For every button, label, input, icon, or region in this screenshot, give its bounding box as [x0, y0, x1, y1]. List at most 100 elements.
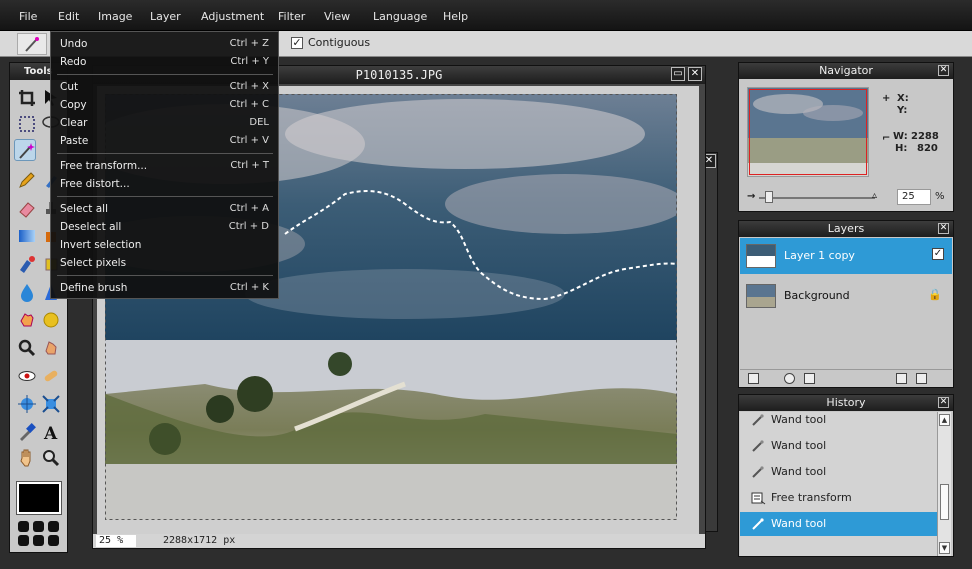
zoom-in-icon[interactable]: ▵: [872, 190, 877, 201]
history-item-label: Free transform: [771, 491, 852, 504]
contiguous-option[interactable]: ✓ Contiguous: [291, 36, 370, 49]
gradient-tool[interactable]: [16, 225, 38, 247]
burn-hand-icon: [45, 341, 57, 355]
contiguous-checkbox[interactable]: ✓: [291, 36, 303, 49]
layer-options-icon[interactable]: [748, 373, 759, 384]
zoom-slider-track[interactable]: [759, 197, 875, 199]
history-panel: History ✕ Wand tool Wand tool Wand tool F…: [738, 394, 954, 557]
navigator-zoom-unit: %: [935, 191, 945, 202]
crop-tool[interactable]: [16, 87, 38, 109]
menu-edit[interactable]: Edit: [58, 10, 79, 23]
layer-row[interactable]: Background 🔒: [740, 278, 952, 314]
foreground-color-swatch[interactable]: [17, 482, 61, 514]
pinch-tool[interactable]: [40, 393, 62, 415]
menu-layer[interactable]: Layer: [150, 10, 181, 23]
history-item-selected[interactable]: Wand tool: [740, 512, 938, 536]
swatch-dot[interactable]: [33, 521, 44, 532]
navigator-zoom-field[interactable]: 25: [897, 189, 931, 205]
history-list: Wand tool Wand tool Wand tool Free trans…: [740, 412, 938, 556]
menu-view[interactable]: View: [324, 10, 350, 23]
bandage-tool[interactable]: [40, 365, 62, 387]
close-icon[interactable]: ✕: [688, 67, 702, 81]
navigator-panel: Navigator ✕ + X: Y: ⌐ W: 2288 H: 820 → ▵ …: [738, 62, 954, 212]
swatch-dot[interactable]: [33, 535, 44, 546]
menu-item-copy[interactable]: Copy: [60, 99, 87, 111]
history-item[interactable]: Free transform: [740, 486, 938, 510]
menu-language[interactable]: Language: [373, 10, 427, 23]
history-item[interactable]: Wand tool: [740, 460, 938, 484]
pencil-tool[interactable]: [16, 169, 38, 191]
size-icon: ⌐: [882, 133, 891, 144]
sponge-tool[interactable]: [40, 309, 62, 331]
maximize-icon[interactable]: ▭: [671, 67, 685, 81]
gradient-icon: [19, 230, 35, 242]
current-tool-wand-button[interactable]: [17, 33, 47, 55]
close-icon[interactable]: ✕: [938, 397, 949, 408]
menu-item-redo[interactable]: Redo: [60, 56, 86, 68]
layer-row[interactable]: Layer 1 copy ✓: [740, 238, 952, 274]
menu-file[interactable]: File: [19, 10, 37, 23]
eraser-tool[interactable]: [16, 197, 38, 219]
menu-item-select-all[interactable]: Select all: [60, 203, 108, 215]
navigator-title-text: Navigator: [819, 64, 873, 77]
navigator-viewport-box[interactable]: [749, 89, 867, 175]
swatch-dot[interactable]: [48, 535, 59, 546]
bloat-tool[interactable]: [16, 393, 38, 415]
menu-filter[interactable]: Filter: [278, 10, 305, 23]
layer-style-icon[interactable]: [804, 373, 815, 384]
zoom-tool[interactable]: [40, 447, 62, 469]
svg-text:A: A: [43, 424, 58, 443]
menu-image[interactable]: Image: [98, 10, 132, 23]
text-tool[interactable]: A: [40, 421, 62, 444]
zoom-slider-handle[interactable]: [765, 191, 773, 203]
menu-item-select-pixels[interactable]: Select pixels: [60, 257, 126, 269]
history-item[interactable]: Wand tool: [740, 434, 938, 458]
menu-item-define-brush[interactable]: Define brush: [60, 282, 127, 294]
history-scrollbar[interactable]: ▲ ▼: [937, 412, 951, 556]
eye-icon: [18, 371, 36, 381]
zoom-out-icon[interactable]: →: [747, 191, 755, 202]
zoom-field[interactable]: 25 %: [96, 535, 136, 547]
swatch-dot[interactable]: [18, 535, 29, 546]
menu-adjustment[interactable]: Adjustment: [201, 10, 264, 23]
scroll-down-icon[interactable]: ▼: [939, 542, 950, 554]
layer-visibility-checkbox[interactable]: ✓: [932, 248, 944, 260]
menu-item-cut[interactable]: Cut: [60, 81, 78, 93]
menu-item-free-distort[interactable]: Free distort...: [60, 178, 130, 190]
close-icon[interactable]: ✕: [938, 223, 949, 234]
blur-tool[interactable]: [16, 281, 38, 303]
burn-tool[interactable]: [40, 337, 62, 359]
menu-item-clear[interactable]: Clear: [60, 117, 87, 129]
shortcut-deselect-all: Ctrl + D: [228, 221, 269, 232]
close-icon[interactable]: ✕: [938, 65, 949, 76]
scroll-up-icon[interactable]: ▲: [939, 414, 950, 426]
layers-panel: Layers ✕ Layer 1 copy ✓ Background 🔒: [738, 220, 954, 388]
zoom-tool-alt[interactable]: [16, 337, 38, 359]
history-item[interactable]: Wand tool: [740, 412, 938, 432]
magic-wand-tool[interactable]: [14, 139, 36, 161]
marquee-tool[interactable]: [16, 113, 38, 135]
menu-help[interactable]: Help: [443, 10, 468, 23]
crop-icon: [19, 90, 35, 106]
color-replace-tool[interactable]: [16, 253, 38, 275]
pinch-icon: [42, 395, 60, 413]
menu-item-paste[interactable]: Paste: [60, 135, 88, 147]
red-eye-tool[interactable]: [16, 365, 38, 387]
delete-layer-icon[interactable]: [916, 373, 927, 384]
menu-item-invert-selection[interactable]: Invert selection: [60, 239, 141, 251]
menu-item-deselect-all[interactable]: Deselect all: [60, 221, 121, 233]
navigator-title: Navigator ✕: [739, 63, 953, 79]
swatch-dot[interactable]: [18, 521, 29, 532]
smudge-tool[interactable]: [16, 309, 38, 331]
hand-tool[interactable]: [16, 447, 38, 469]
layer-mask-icon[interactable]: [784, 373, 795, 384]
color-picker-tool[interactable]: [16, 421, 38, 443]
text-icon: A: [43, 424, 58, 444]
new-layer-icon[interactable]: [896, 373, 907, 384]
menu-item-free-transform[interactable]: Free transform...: [60, 160, 147, 172]
swatch-dot[interactable]: [48, 521, 59, 532]
scroll-thumb[interactable]: [940, 484, 949, 520]
menu-separator: [57, 196, 273, 197]
menu-item-undo[interactable]: Undo: [60, 38, 87, 50]
zoom-icon: [43, 450, 60, 467]
